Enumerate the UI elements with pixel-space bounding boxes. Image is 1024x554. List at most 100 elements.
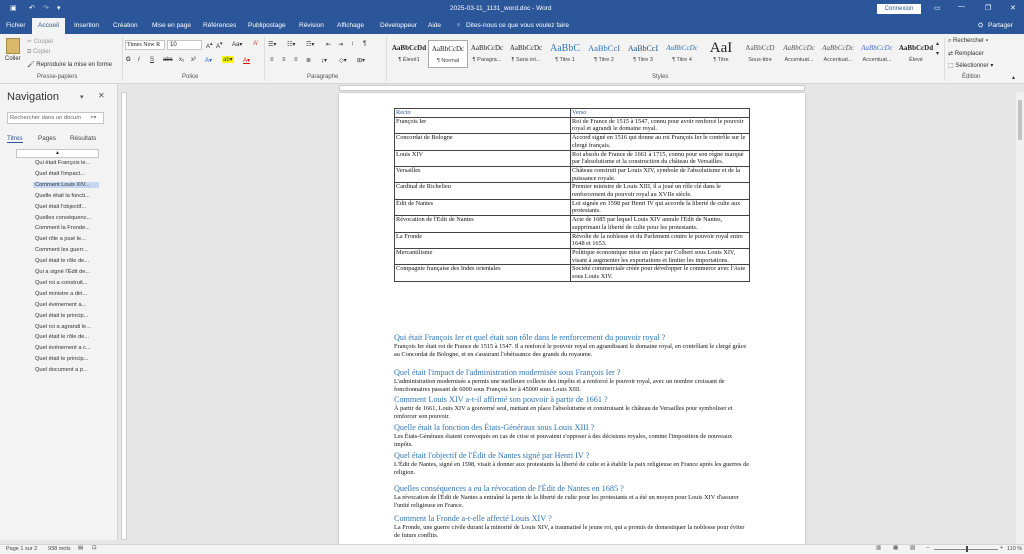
style-1[interactable]: AaBbCcDd ¶ Élevé1 — [389, 40, 429, 68]
search-icon[interactable]: ⌕▾ — [90, 114, 96, 122]
nav-heading-item[interactable]: Quelles conséquenc... — [35, 215, 91, 221]
tab-references[interactable]: Références — [203, 22, 236, 29]
nav-search-box[interactable]: Rechercher dans un docum ⌕▾ — [7, 112, 104, 124]
bold-button[interactable]: G — [126, 57, 131, 63]
zoom-in-icon[interactable]: + — [1000, 545, 1003, 551]
decrease-indent-icon[interactable]: ⇤ — [326, 41, 331, 48]
tab-publipostage[interactable]: Publipostage — [248, 22, 286, 29]
grow-font-icon[interactable]: A▴ — [206, 41, 213, 50]
signin-button[interactable]: Connexion — [877, 4, 921, 14]
sort-icon[interactable]: ↕ — [351, 41, 354, 47]
share-button[interactable]: Partager — [988, 22, 1013, 29]
nav-heading-item[interactable]: Quel document a p... — [35, 367, 88, 373]
minimize-button[interactable]: — — [958, 3, 965, 10]
style-10[interactable]: AaBbCcD Sous-titre — [740, 40, 780, 68]
align-right-icon[interactable]: ≡ — [294, 57, 298, 63]
clear-format-icon[interactable]: A̸ — [253, 41, 257, 47]
underline-button[interactable]: S — [150, 57, 154, 63]
zoom-out-icon[interactable]: − — [926, 545, 929, 551]
vertical-scrollbar[interactable] — [1016, 92, 1024, 544]
redo-icon[interactable]: ↷ — [43, 4, 49, 12]
scroll-thumb[interactable] — [1018, 100, 1022, 140]
restore-button[interactable]: ❐ — [985, 4, 991, 12]
style-5[interactable]: AaBbC ¶ Titre 1 — [545, 40, 585, 68]
ribbon-display-options-icon[interactable]: ▭ — [934, 4, 941, 12]
nav-heading-item[interactable]: Quel était l'objectif... — [35, 204, 86, 210]
styles-scroll-down[interactable]: ▾ — [936, 50, 939, 57]
style-8[interactable]: AaBbCcDc ¶ Titre 4 — [662, 40, 702, 68]
superscript-button[interactable]: x² — [191, 57, 196, 63]
page-count[interactable]: Page 1 sur 2 — [6, 546, 37, 552]
line-spacing-icon[interactable]: ↨▾ — [321, 57, 327, 64]
style-9[interactable]: AaI ¶ Titre — [701, 40, 741, 68]
tab-affichage[interactable]: Affichage — [337, 22, 364, 29]
tab-mise-en-page[interactable]: Mise en page — [152, 22, 191, 29]
style-12[interactable]: AaBbCcDc Accentuat... — [818, 40, 858, 68]
customize-toolbar-icon[interactable]: ▾ — [57, 4, 61, 12]
tab-insertion[interactable]: Insertion — [74, 22, 99, 29]
nav-heading-item[interactable]: Comment Louis XIV... — [33, 181, 99, 188]
tab-revision[interactable]: Révision — [299, 22, 324, 29]
tab-fichier[interactable]: Fichier — [6, 22, 26, 29]
format-painter-button[interactable]: 🖌 Reproduire la mise en forme — [27, 61, 112, 68]
nav-heading-item[interactable]: Quel était le rôle de... — [35, 258, 89, 264]
nav-heading-item[interactable]: Quel était le princip... — [35, 313, 88, 319]
nav-heading-item[interactable]: Quel rôle a joué le... — [35, 236, 86, 242]
shading-icon[interactable]: ◇▾ — [339, 57, 347, 64]
paste-icon[interactable] — [6, 38, 20, 54]
tell-me-search[interactable]: Dites-nous ce que vous voulez faire — [466, 22, 569, 29]
align-center-icon[interactable]: ≡ — [282, 57, 286, 63]
nav-heading-item[interactable]: Comment la Fronde... — [35, 225, 90, 231]
tab-aide[interactable]: Aide — [428, 22, 441, 29]
style-3[interactable]: AaBbCcDc ¶ Paragra... — [467, 40, 507, 68]
style-11[interactable]: AaBbCcDc Accentuat... — [779, 40, 819, 68]
style-7[interactable]: AaBbCcI ¶ Titre 3 — [623, 40, 663, 68]
nav-heading-item[interactable]: Comment les guerr... — [35, 247, 88, 253]
style-4[interactable]: AaBbCcDc ¶ Sans int... — [506, 40, 546, 68]
nav-heading-item[interactable]: Quel roi a construit... — [35, 280, 87, 286]
replace-button[interactable]: ⇄ Remplacer — [948, 50, 984, 57]
style-6[interactable]: AaBbCcI ¶ Titre 2 — [584, 40, 624, 68]
nav-heading-item[interactable]: Qui était François le... — [35, 160, 90, 166]
nav-heading-item[interactable]: Quel était l'impact... — [35, 171, 85, 177]
tab-creation[interactable]: Création — [113, 22, 138, 29]
tab-accueil[interactable]: Accueil — [32, 18, 65, 34]
align-left-icon[interactable]: ≡ — [270, 57, 274, 63]
zoom-slider-thumb[interactable] — [966, 546, 968, 552]
print-layout-icon[interactable]: ▦ — [893, 545, 898, 551]
nav-search-input[interactable]: Rechercher dans un docum — [10, 115, 81, 121]
proofing-icon[interactable]: ▤ — [78, 545, 83, 551]
nav-heading-item[interactable]: Quel roi a agrandi le... — [35, 324, 91, 330]
zoom-level[interactable]: 110 % — [1007, 546, 1022, 552]
nav-heading-item[interactable]: Quel évènement a c... — [35, 345, 91, 351]
word-count[interactable]: 938 mots — [48, 546, 71, 552]
strikethrough-button[interactable]: abc — [163, 57, 173, 63]
nav-options-icon[interactable]: ▾ — [80, 93, 84, 101]
text-effects-icon[interactable]: A▾ — [205, 57, 212, 64]
web-layout-icon[interactable]: ▧ — [910, 545, 915, 551]
font-name-box[interactable]: Times New R — [125, 40, 165, 50]
justify-icon[interactable]: ≣ — [306, 57, 311, 64]
subscript-button[interactable]: x₂ — [179, 57, 184, 63]
nav-tab-titres[interactable]: Titres — [7, 135, 23, 143]
increase-indent-icon[interactable]: ⇥ — [338, 41, 343, 48]
bullets-icon[interactable]: ☰▾ — [268, 41, 276, 48]
nav-tab-resultats[interactable]: Résultats — [70, 135, 96, 142]
collapse-ribbon-icon[interactable]: ▴ — [1012, 74, 1015, 81]
macro-icon[interactable]: ⊡ — [92, 545, 97, 551]
borders-icon[interactable]: ⊞▾ — [357, 57, 365, 64]
find-button[interactable]: ⌕ Rechercher ▾ — [948, 38, 988, 45]
nav-heading-item[interactable]: Qui a signé l'Édit de... — [35, 269, 90, 275]
tab-developpeur[interactable]: Développeur — [380, 22, 417, 29]
italic-button[interactable]: I — [138, 57, 140, 63]
numbering-icon[interactable]: ☷▾ — [287, 41, 295, 48]
paste-button[interactable]: Coller — [5, 56, 21, 62]
save-icon[interactable]: ▣ — [10, 4, 17, 12]
font-size-box[interactable]: 10 — [167, 40, 202, 50]
document-page[interactable]: Recto Verso François Ier Roi de France de 1… — [339, 93, 805, 544]
read-mode-icon[interactable]: ▥ — [876, 545, 881, 551]
style-14[interactable]: AaBbCcDd Élevé — [896, 40, 936, 68]
close-button[interactable]: ✕ — [1010, 4, 1016, 12]
style-13[interactable]: AaBbCcDc Accentuat... — [857, 40, 897, 68]
nav-heading-item[interactable]: Quel était le princip... — [35, 356, 88, 362]
